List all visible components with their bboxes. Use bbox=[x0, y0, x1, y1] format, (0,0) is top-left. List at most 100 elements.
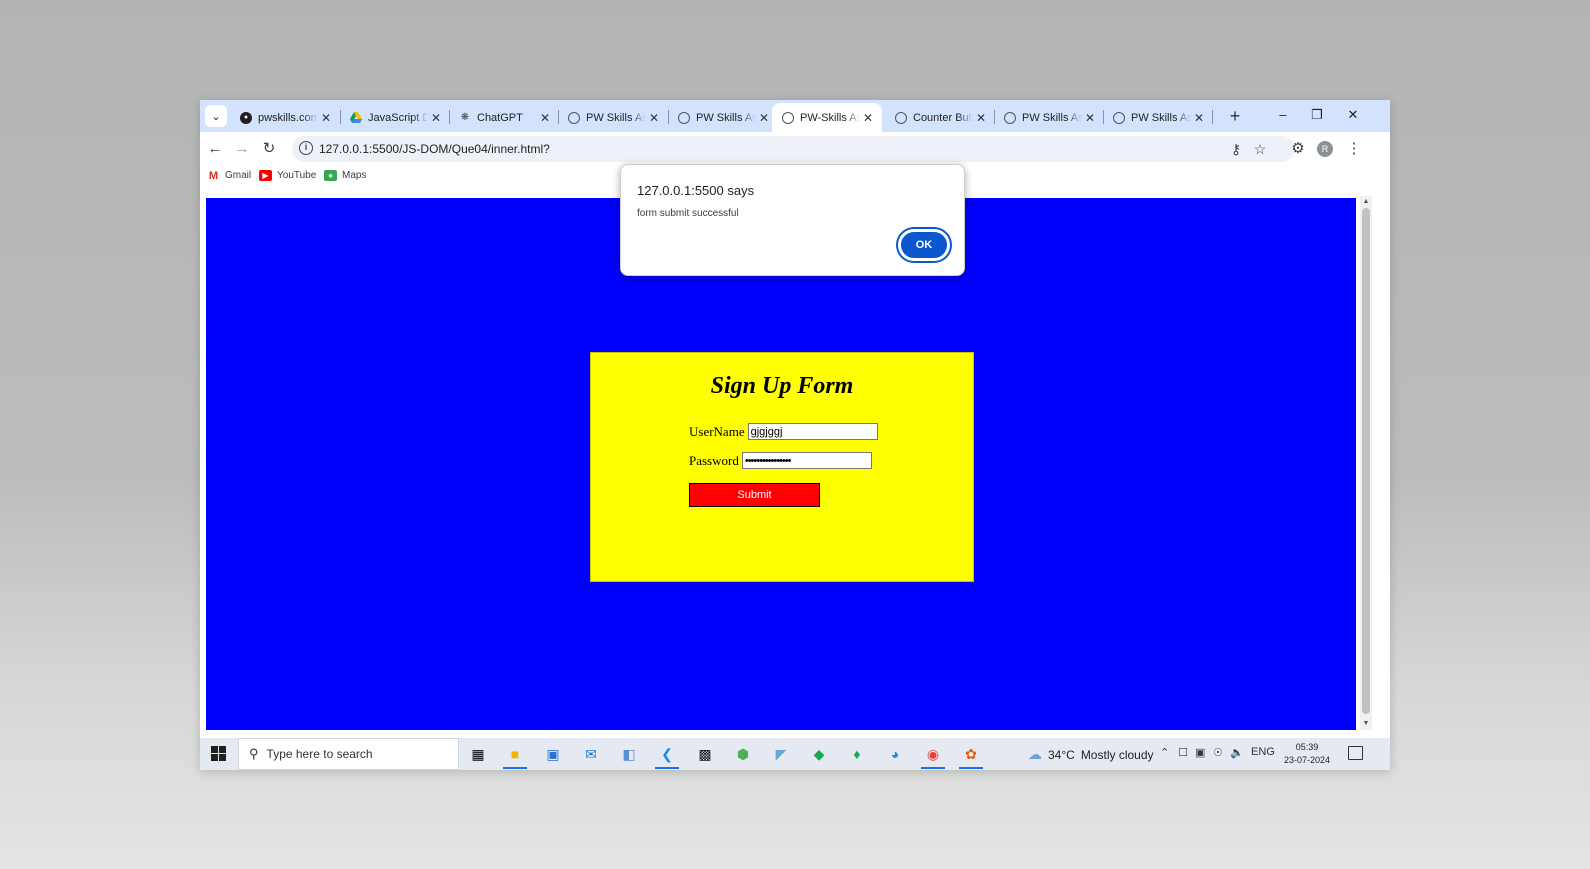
display-icon[interactable]: ▣ bbox=[1195, 746, 1205, 759]
tab-title: JavaScript DOM bbox=[368, 111, 428, 124]
menu-button[interactable]: ⋮ bbox=[1343, 138, 1365, 160]
scroll-up-icon[interactable]: ▲ bbox=[1360, 196, 1372, 208]
username-input[interactable] bbox=[747, 423, 878, 440]
taskbar-search[interactable]: ⚲ Type here to search bbox=[238, 738, 459, 770]
github-icon: ● bbox=[240, 111, 252, 124]
close-icon[interactable]: ✕ bbox=[318, 111, 334, 125]
site-info-icon[interactable]: i bbox=[299, 141, 313, 155]
microsoft-store-icon[interactable]: ▣ bbox=[538, 742, 568, 766]
mail-icon[interactable]: ✉ bbox=[576, 742, 606, 766]
chevron-down-icon: ⌄ bbox=[211, 110, 221, 123]
vscode-icon[interactable]: ❮ bbox=[652, 742, 682, 769]
chatgpt-icon: ❋ bbox=[460, 112, 470, 123]
tab[interactable]: PW Skills Assignment ✕ bbox=[1103, 103, 1213, 132]
extensions-button[interactable]: ⚙ bbox=[1287, 138, 1309, 160]
chrome-icon[interactable]: ◉ bbox=[918, 742, 948, 769]
password-row: Password bbox=[689, 452, 872, 469]
scrollbar[interactable]: ▲ ▼ bbox=[1360, 196, 1372, 730]
scroll-thumb[interactable] bbox=[1362, 208, 1370, 714]
close-icon[interactable]: ✕ bbox=[646, 111, 662, 125]
task-view-icon[interactable]: ▦ bbox=[463, 742, 493, 766]
mongodb-compass-icon[interactable]: ◆ bbox=[804, 742, 834, 766]
close-icon[interactable]: ✕ bbox=[1191, 111, 1207, 125]
forward-button[interactable]: → bbox=[231, 138, 253, 160]
close-icon[interactable]: ✕ bbox=[1082, 111, 1098, 125]
tab[interactable]: PW Skills Assignment ✕ bbox=[994, 103, 1104, 132]
minimize-button[interactable]: – bbox=[1266, 100, 1300, 130]
puzzle-icon: ⚙ bbox=[1291, 140, 1305, 157]
restore-button[interactable]: ❐ bbox=[1300, 100, 1334, 130]
close-icon[interactable]: ✕ bbox=[428, 111, 444, 125]
clock[interactable]: 05:39 23-07-2024 bbox=[1282, 741, 1332, 767]
tab-title: ChatGPT bbox=[477, 111, 523, 124]
more-vertical-icon: ⋮ bbox=[1346, 140, 1362, 157]
bookmark-label: Maps bbox=[342, 170, 367, 181]
password-input[interactable] bbox=[741, 452, 872, 469]
alert-dialog: 127.0.0.1:5500 says form submit successf… bbox=[620, 164, 965, 276]
tab-search-button[interactable]: ⌄ bbox=[205, 105, 227, 127]
bookmark-gmail[interactable]: M Gmail bbox=[207, 169, 252, 182]
app-icon[interactable]: ◧ bbox=[614, 742, 644, 766]
password-label: Password bbox=[689, 452, 739, 468]
page-viewport: Sign Up Form UserName Password Submit bbox=[206, 198, 1356, 730]
avatar[interactable]: R bbox=[1317, 141, 1333, 157]
edge-icon[interactable]: ◕ bbox=[880, 742, 910, 766]
reload-button[interactable]: ↻ bbox=[258, 138, 280, 160]
tab[interactable]: JavaScript DOM ✕ bbox=[340, 103, 450, 132]
password-key-icon[interactable]: ⚷ bbox=[1227, 140, 1245, 158]
new-tab-button[interactable]: + bbox=[1224, 105, 1246, 127]
url-text: 127.0.0.1:5500/JS-DOM/Que04/inner.html? bbox=[319, 142, 550, 156]
scroll-down-icon[interactable]: ▼ bbox=[1360, 718, 1372, 730]
globe-icon bbox=[568, 111, 580, 124]
bookmark-youtube[interactable]: ▶ YouTube bbox=[259, 170, 316, 181]
weather-widget[interactable]: ☁ 34°C Mostly cloudy bbox=[1028, 746, 1154, 763]
tab-title: PW Skills Assignment bbox=[586, 111, 646, 124]
back-button[interactable]: ← bbox=[204, 138, 226, 160]
ok-button[interactable]: OK bbox=[898, 229, 950, 261]
browser-toolbar: ← → ↻ i 127.0.0.1:5500/JS-DOM/Que04/inne… bbox=[200, 132, 1390, 166]
nodejs-icon[interactable]: ⬢ bbox=[728, 742, 758, 766]
chevron-up-icon[interactable]: ⌃ bbox=[1160, 746, 1169, 759]
arrow-right-icon: → bbox=[234, 140, 250, 157]
tab[interactable]: ❋ ChatGPT ✕ bbox=[449, 103, 559, 132]
app-icon[interactable]: ✿ bbox=[956, 742, 986, 769]
windows-start-icon[interactable] bbox=[211, 746, 226, 761]
weather-temp: 34°C bbox=[1048, 747, 1075, 762]
terminal-icon[interactable]: ▩ bbox=[690, 742, 720, 766]
taskbar: ⚲ Type here to search ▦ ■ ▣ ✉ ◧ ❮ ▩ ⬢ ◤ … bbox=[200, 738, 1390, 770]
cloud-icon: ☁ bbox=[1028, 746, 1042, 762]
speaker-icon[interactable]: 🔈 bbox=[1230, 746, 1244, 759]
tab[interactable]: Counter Button ✕ bbox=[885, 103, 995, 132]
address-bar[interactable]: i 127.0.0.1:5500/JS-DOM/Que04/inner.html… bbox=[292, 136, 1295, 162]
tab-title: Counter Button bbox=[913, 111, 973, 124]
close-icon[interactable]: ✕ bbox=[537, 111, 553, 125]
bookmark-label: Gmail bbox=[225, 170, 252, 181]
clock-date: 23-07-2024 bbox=[1283, 755, 1331, 765]
gmail-icon: M bbox=[208, 169, 219, 182]
tab[interactable]: PW Skills Assignment ✕ bbox=[558, 103, 668, 132]
close-icon[interactable]: ✕ bbox=[860, 111, 876, 125]
tab[interactable]: ● pwskills.com/ ✕ bbox=[230, 103, 340, 132]
close-icon[interactable]: ✕ bbox=[756, 111, 772, 125]
tab-separator bbox=[1212, 110, 1213, 124]
mongodb-icon[interactable]: ♦ bbox=[842, 742, 872, 766]
app-icon[interactable]: ◤ bbox=[766, 742, 796, 766]
close-icon[interactable]: ✕ bbox=[973, 111, 989, 125]
tab-strip: ⌄ ● pwskills.com/ ✕ JavaScript DOM ✕ ❋ C… bbox=[200, 100, 1390, 132]
bookmark-maps[interactable]: ● Maps bbox=[324, 170, 366, 181]
google-drive-icon bbox=[350, 112, 362, 124]
file-explorer-icon[interactable]: ■ bbox=[500, 742, 530, 769]
form-title: Sign Up Form bbox=[710, 373, 854, 399]
close-window-button[interactable]: ✕ bbox=[1336, 100, 1370, 130]
tab[interactable]: PW Skills Assignment ✕ bbox=[668, 103, 778, 132]
network-globe-icon[interactable]: ☉ bbox=[1213, 746, 1223, 759]
search-icon: ⚲ bbox=[249, 746, 259, 761]
submit-button[interactable]: Submit bbox=[689, 483, 820, 507]
meet-icon[interactable]: ☐ bbox=[1178, 746, 1188, 759]
browser-window: ⌄ ● pwskills.com/ ✕ JavaScript DOM ✕ ❋ C… bbox=[200, 100, 1390, 770]
language-indicator[interactable]: ENG bbox=[1251, 746, 1275, 758]
youtube-icon: ▶ bbox=[259, 170, 272, 181]
notification-icon[interactable] bbox=[1348, 746, 1363, 760]
tab-active[interactable]: PW-Skills Assignment ✕ bbox=[772, 103, 882, 132]
bookmark-star-icon[interactable]: ☆ bbox=[1251, 140, 1269, 158]
